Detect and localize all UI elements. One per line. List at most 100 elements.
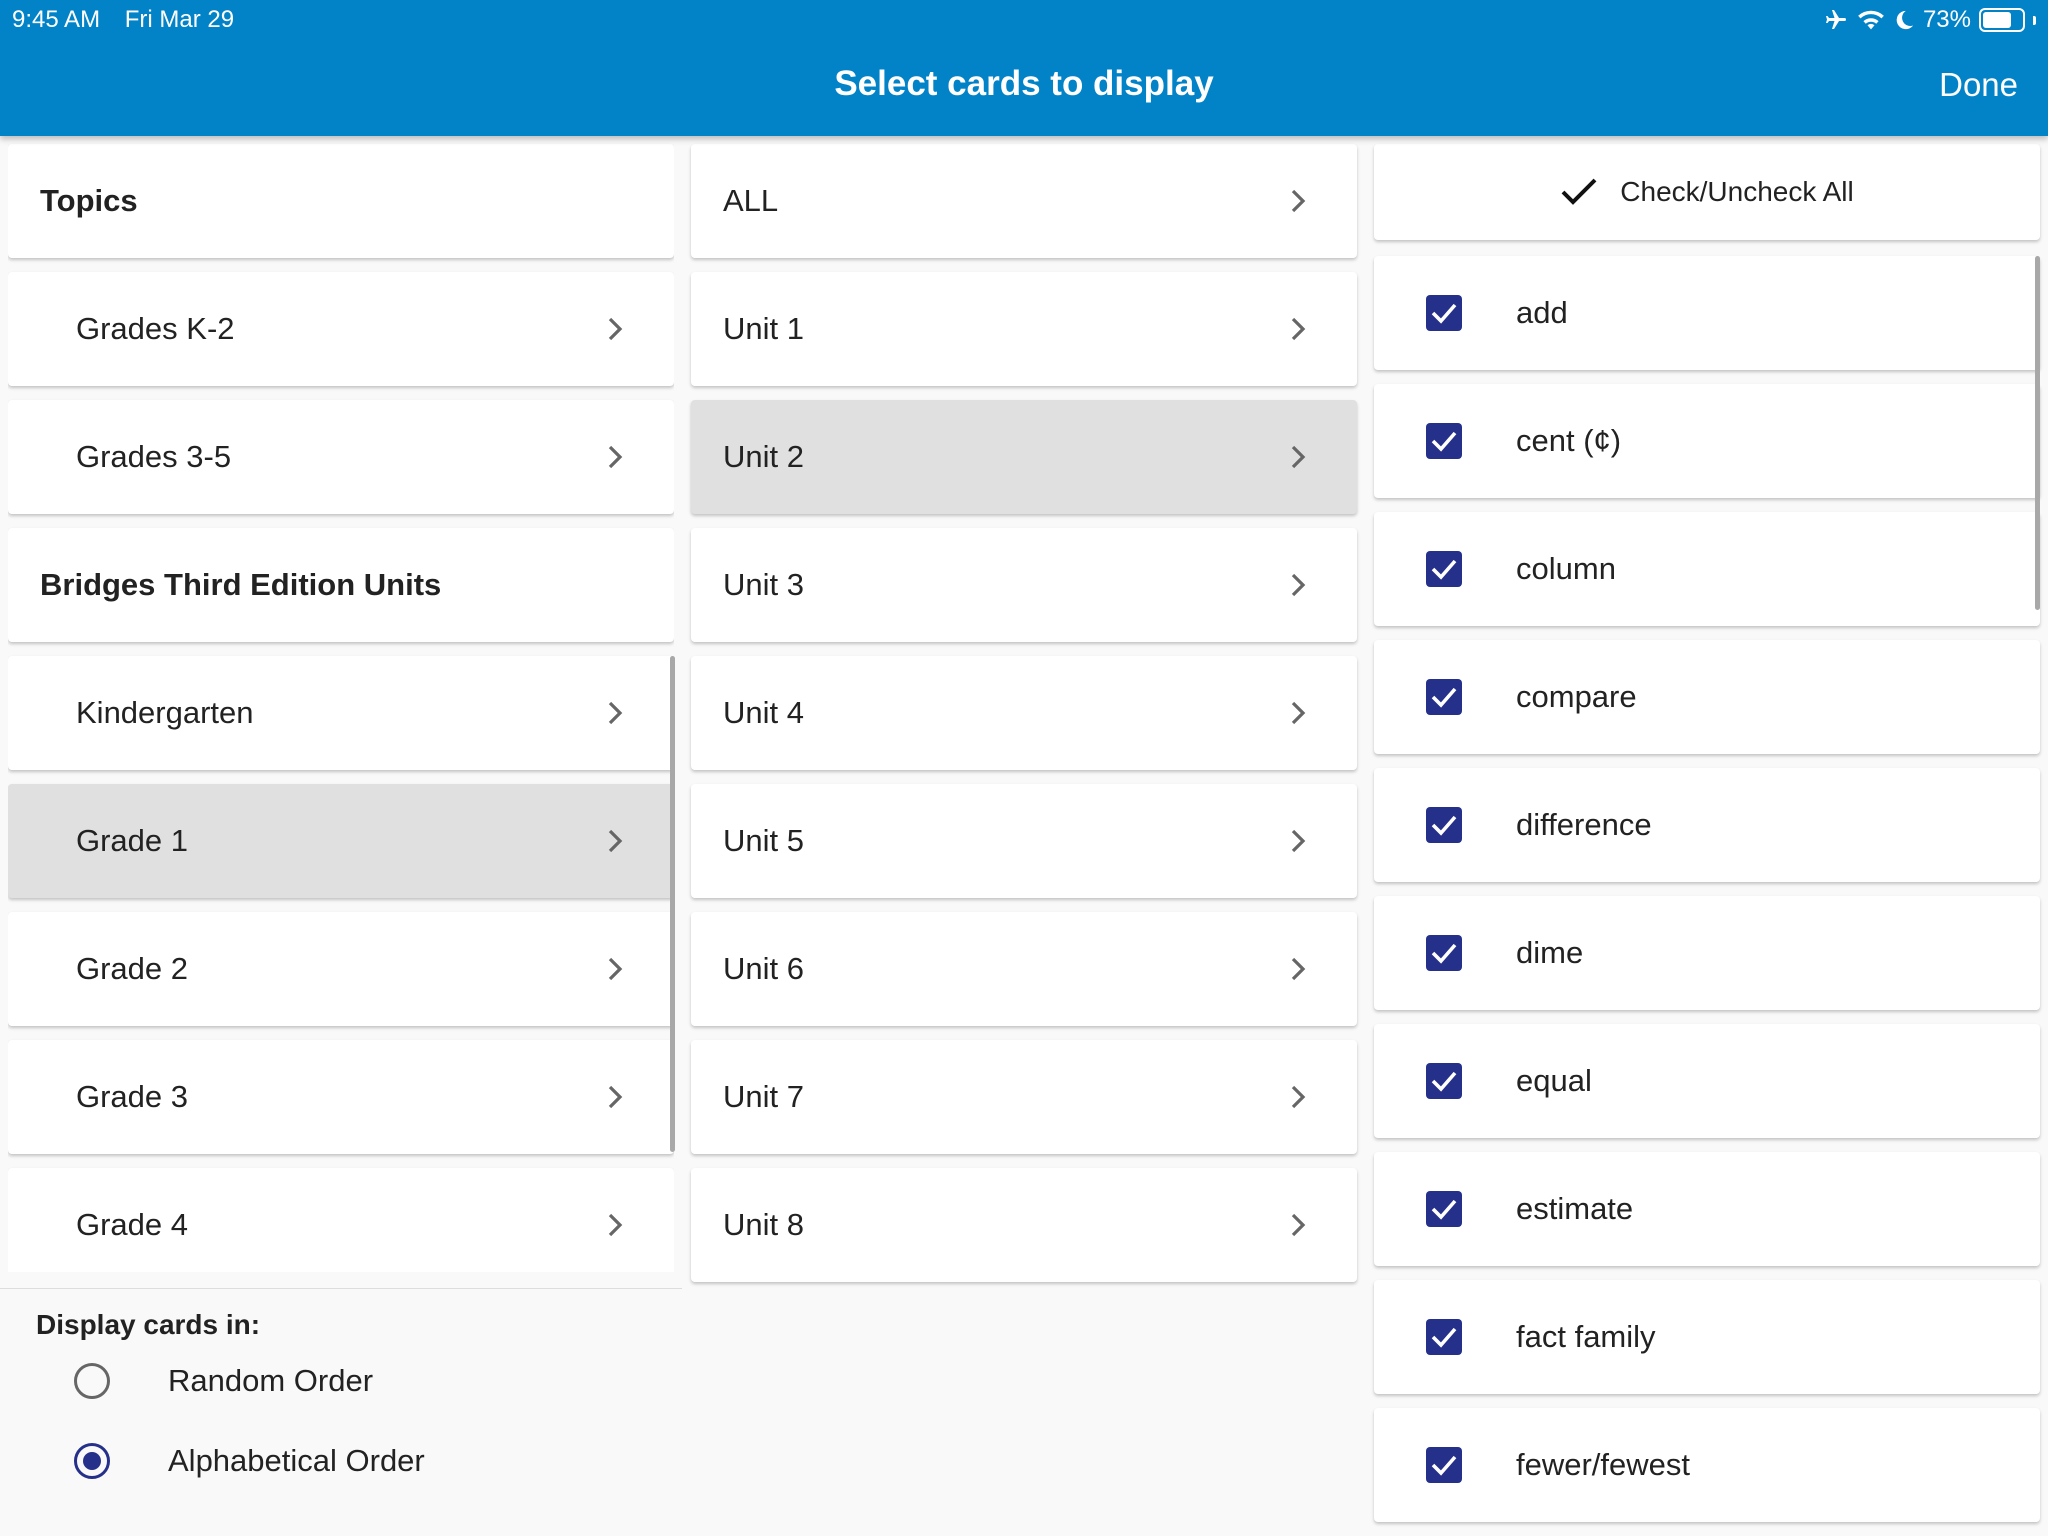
chevron-right-icon xyxy=(608,829,623,853)
category-item[interactable]: Grade 4 xyxy=(8,1168,674,1272)
category-item[interactable]: Grade 1 xyxy=(8,784,674,898)
word-label: column xyxy=(1516,551,1616,586)
word-item[interactable]: compare xyxy=(1374,640,2040,754)
checkbox-check-icon xyxy=(1431,687,1457,708)
unit-label: Unit 7 xyxy=(723,1079,804,1114)
word-label: estimate xyxy=(1516,1191,1634,1226)
checkbox-check-icon xyxy=(1431,1327,1457,1348)
unit-item[interactable]: Unit 5 xyxy=(691,784,1357,898)
word-label: fact family xyxy=(1516,1319,1656,1354)
word-item[interactable]: cent (¢) xyxy=(1374,384,2040,498)
page-title: Select cards to display xyxy=(834,64,1214,103)
unit-label: Unit 8 xyxy=(723,1207,804,1242)
word-checkbox[interactable] xyxy=(1426,807,1462,843)
chevron-right-icon xyxy=(608,701,623,725)
status-bar-left: 9:45 AM Fri Mar 29 xyxy=(12,6,252,34)
status-time: 9:45 AM xyxy=(12,6,101,33)
category-item[interactable]: Grades K-2 xyxy=(8,272,674,386)
word-checkbox[interactable] xyxy=(1426,1447,1462,1483)
moon-icon xyxy=(1896,10,1914,30)
airplane-icon xyxy=(1825,10,1846,29)
battery-percent: 73% xyxy=(1922,6,1971,33)
category-label: Topics xyxy=(40,183,138,218)
word-item[interactable]: column xyxy=(1374,512,2040,626)
alphabetical-order-option[interactable]: Alphabetical Order xyxy=(74,1443,425,1479)
status-bar-right: 73% xyxy=(1823,6,2036,34)
battery-level xyxy=(1983,12,2011,28)
word-checkbox[interactable] xyxy=(1426,295,1462,331)
category-section-header: Topics xyxy=(8,144,674,258)
checkbox-check-icon xyxy=(1431,1199,1457,1220)
battery-tip xyxy=(2033,15,2036,25)
word-item[interactable]: add xyxy=(1374,256,2040,370)
checkbox-check-icon xyxy=(1431,1455,1457,1476)
word-checkbox[interactable] xyxy=(1426,935,1462,971)
word-checkbox[interactable] xyxy=(1426,679,1462,715)
checkbox-check-icon xyxy=(1431,303,1457,324)
unit-label: Unit 2 xyxy=(723,439,804,474)
category-label: Grade 1 xyxy=(76,823,189,858)
category-item[interactable]: Kindergarten xyxy=(8,656,674,770)
unit-item[interactable]: Unit 3 xyxy=(691,528,1357,642)
word-item[interactable]: estimate xyxy=(1374,1152,2040,1266)
category-label: Kindergarten xyxy=(76,695,254,730)
word-checkbox[interactable] xyxy=(1426,1319,1462,1355)
word-item[interactable]: difference xyxy=(1374,768,2040,882)
unit-item[interactable]: Unit 4 xyxy=(691,656,1357,770)
chevron-right-icon xyxy=(1291,189,1306,213)
unit-label: Unit 6 xyxy=(723,951,804,986)
unit-item[interactable]: Unit 6 xyxy=(691,912,1357,1026)
word-scrollbar[interactable] xyxy=(2035,256,2040,610)
check-uncheck-all-button[interactable]: Check/Uncheck All xyxy=(1374,144,2040,240)
category-item[interactable]: Grades 3-5 xyxy=(8,400,674,514)
checkbox-check-icon xyxy=(1431,943,1457,964)
unit-item[interactable]: Unit 1 xyxy=(691,272,1357,386)
category-item[interactable]: Grade 3 xyxy=(8,1040,674,1154)
checkbox-check-icon xyxy=(1431,815,1457,836)
random-order-radio[interactable] xyxy=(74,1363,110,1399)
checkbox-check-icon xyxy=(1431,431,1457,452)
unit-label: Unit 4 xyxy=(723,695,804,730)
chevron-right-icon xyxy=(608,1085,623,1109)
unit-item[interactable]: ALL xyxy=(691,144,1357,258)
status-date: Fri Mar 29 xyxy=(124,6,235,33)
random-order-option[interactable]: Random Order xyxy=(74,1363,373,1399)
word-label: compare xyxy=(1516,679,1637,714)
done-button[interactable]: Done xyxy=(1939,66,2018,104)
category-label: Grades 3-5 xyxy=(76,439,232,474)
word-checkbox[interactable] xyxy=(1426,1063,1462,1099)
word-item[interactable]: fewer/fewest xyxy=(1374,1408,2040,1522)
alphabetical-order-radio[interactable] xyxy=(74,1443,110,1479)
alphabetical-order-label: Alphabetical Order xyxy=(168,1443,425,1478)
unit-item[interactable]: Unit 7 xyxy=(691,1040,1357,1154)
word-label: difference xyxy=(1516,807,1652,842)
word-item[interactable]: dime xyxy=(1374,896,2040,1010)
random-order-label: Random Order xyxy=(168,1363,374,1398)
word-label: cent (¢) xyxy=(1516,423,1622,458)
top-bar: 9:45 AM Fri Mar 29 73% Select cards to d… xyxy=(0,0,2048,136)
unit-label: Unit 1 xyxy=(723,311,804,346)
word-item[interactable]: equal xyxy=(1374,1024,2040,1138)
checkmark-icon xyxy=(1561,178,1597,205)
word-checkbox[interactable] xyxy=(1426,423,1462,459)
category-item[interactable]: Grade 2 xyxy=(8,912,674,1026)
unit-item[interactable]: Unit 2 xyxy=(691,400,1357,514)
word-label: fewer/fewest xyxy=(1516,1447,1691,1482)
word-item[interactable]: fact family xyxy=(1374,1280,2040,1394)
word-checkbox[interactable] xyxy=(1426,551,1462,587)
checkbox-check-icon xyxy=(1431,559,1457,580)
category-scrollbar[interactable] xyxy=(670,656,675,1152)
word-label: add xyxy=(1516,295,1568,330)
chevron-right-icon xyxy=(1291,317,1306,341)
chevron-right-icon xyxy=(608,1213,623,1237)
category-section-header: Bridges Third Edition Units xyxy=(8,528,674,642)
chevron-right-icon xyxy=(1291,1085,1306,1109)
unit-item[interactable]: Unit 8 xyxy=(691,1168,1357,1282)
chevron-right-icon xyxy=(608,317,623,341)
category-label: Bridges Third Edition Units xyxy=(40,567,442,602)
word-checkbox[interactable] xyxy=(1426,1191,1462,1227)
display-order-panel: Display cards in: Random Order Alphabeti… xyxy=(0,1288,682,1536)
category-list[interactable]: Topics Grades K-2 Grades 3-5 Bridges Third … xyxy=(8,136,674,1272)
battery-icon xyxy=(1979,8,2025,32)
display-cards-label: Display cards in: xyxy=(36,1309,261,1340)
